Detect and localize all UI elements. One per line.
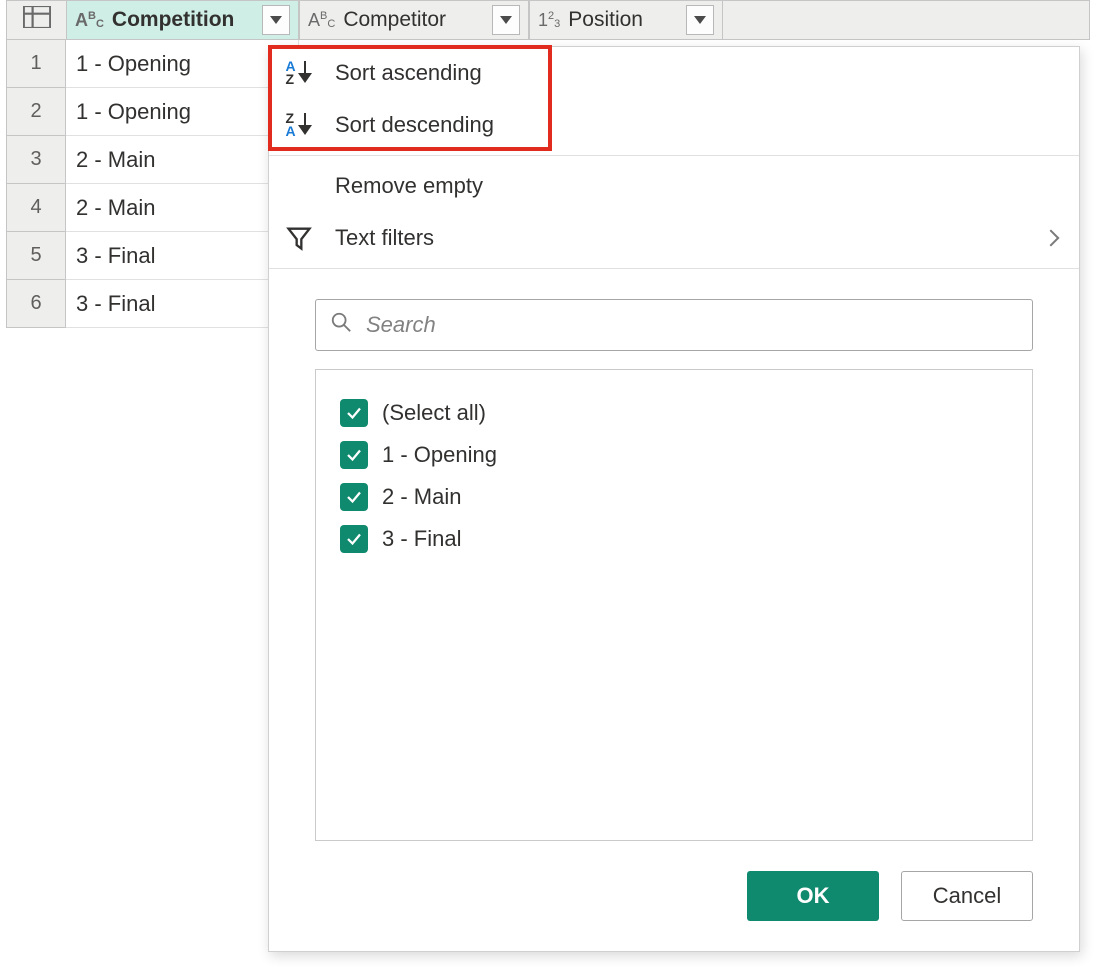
- column-filter-button[interactable]: [686, 5, 714, 35]
- cell-competition[interactable]: 2 - Main: [66, 136, 299, 184]
- text-filters-item[interactable]: Text filters: [269, 212, 1079, 264]
- filter-value-item[interactable]: 3 - Final: [340, 518, 1008, 560]
- text-type-icon: ABC: [308, 10, 335, 31]
- column-header-competition[interactable]: ABC Competition: [66, 0, 299, 40]
- menu-separator: [269, 155, 1079, 156]
- remove-empty-item[interactable]: Remove empty: [269, 160, 1079, 212]
- row-number: 2: [6, 88, 66, 136]
- row-number: 6: [6, 280, 66, 328]
- row-number: 4: [6, 184, 66, 232]
- column-header-row: ABC Competition ABC Competitor 123 Posit…: [6, 0, 1090, 40]
- row-number: 1: [6, 40, 66, 88]
- row-number: 5: [6, 232, 66, 280]
- filter-value-item[interactable]: 2 - Main: [340, 476, 1008, 518]
- sort-ascending-item[interactable]: AZ Sort ascending: [269, 47, 1079, 99]
- column-filter-button[interactable]: [262, 5, 290, 35]
- checkbox-checked-icon[interactable]: [340, 483, 368, 511]
- filter-search-input[interactable]: [364, 311, 1018, 339]
- number-type-icon: 123: [538, 10, 560, 31]
- column-label: Competitor: [343, 8, 446, 32]
- column-label: Competition: [112, 8, 234, 32]
- caret-down-icon: [270, 16, 282, 24]
- cell-competition[interactable]: 3 - Final: [66, 280, 299, 328]
- funnel-icon: [281, 224, 317, 252]
- column-header-position[interactable]: 123 Position: [529, 0, 723, 40]
- menu-label: Sort ascending: [335, 60, 482, 86]
- table-icon: [23, 6, 51, 34]
- menu-label: Text filters: [335, 225, 434, 251]
- text-type-icon: ABC: [75, 10, 104, 31]
- filter-value-label: (Select all): [382, 400, 486, 426]
- header-filler: [723, 0, 1090, 40]
- checkbox-checked-icon[interactable]: [340, 525, 368, 553]
- filter-value-label: 3 - Final: [382, 526, 461, 552]
- sort-descending-icon: ZA: [281, 112, 317, 138]
- column-filter-dropdown: AZ Sort ascending ZA Sort descending Rem…: [268, 46, 1080, 952]
- sort-ascending-icon: AZ: [281, 60, 317, 86]
- filter-value-label: 2 - Main: [382, 484, 461, 510]
- cell-competition[interactable]: 3 - Final: [66, 232, 299, 280]
- row-number: 3: [6, 136, 66, 184]
- checkbox-checked-icon[interactable]: [340, 441, 368, 469]
- caret-down-icon: [500, 16, 512, 24]
- filter-value-item[interactable]: 1 - Opening: [340, 434, 1008, 476]
- column-header-competitor[interactable]: ABC Competitor: [299, 0, 529, 40]
- column-label: Position: [568, 8, 643, 32]
- cell-competition[interactable]: 1 - Opening: [66, 40, 299, 88]
- search-icon: [330, 311, 352, 339]
- filter-search-box[interactable]: [315, 299, 1033, 351]
- checkbox-checked-icon[interactable]: [340, 399, 368, 427]
- filter-values-list[interactable]: (Select all) 1 - Opening 2 - Main 3 - Fi…: [315, 369, 1033, 841]
- sort-descending-item[interactable]: ZA Sort descending: [269, 99, 1079, 151]
- caret-down-icon: [694, 16, 706, 24]
- row-number-header[interactable]: [6, 0, 66, 40]
- cancel-button[interactable]: Cancel: [901, 871, 1033, 921]
- ok-button[interactable]: OK: [747, 871, 879, 921]
- menu-label: Sort descending: [335, 112, 494, 138]
- cell-competition[interactable]: 1 - Opening: [66, 88, 299, 136]
- column-filter-button[interactable]: [492, 5, 520, 35]
- menu-label: Remove empty: [335, 173, 483, 199]
- menu-separator: [269, 268, 1079, 269]
- filter-value-label: 1 - Opening: [382, 442, 497, 468]
- chevron-right-icon: [1043, 230, 1060, 247]
- cell-competition[interactable]: 2 - Main: [66, 184, 299, 232]
- filter-select-all[interactable]: (Select all): [340, 392, 1008, 434]
- dialog-button-row: OK Cancel: [269, 841, 1079, 951]
